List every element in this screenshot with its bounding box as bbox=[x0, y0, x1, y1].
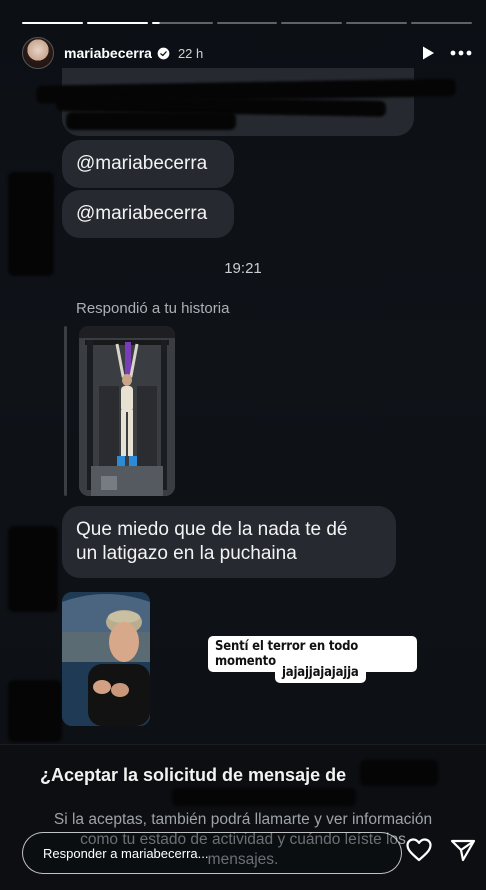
message-line: Que miedo que de la nada te dé bbox=[76, 519, 348, 540]
mention-bubble[interactable]: @mariabecerra bbox=[62, 190, 234, 238]
redaction-mark bbox=[360, 760, 438, 786]
redaction-mark bbox=[172, 788, 356, 806]
verified-badge-icon bbox=[157, 47, 170, 59]
story-viewer: mariabecerra 22 h @mariabecerra @mariabe… bbox=[0, 0, 486, 890]
gym-photo-illustration bbox=[79, 326, 175, 496]
play-icon[interactable] bbox=[420, 45, 436, 61]
message-bubble[interactable]: Que miedo que de la nada te dé un latiga… bbox=[62, 506, 396, 578]
progress-segment bbox=[411, 22, 473, 24]
mention-bubble[interactable]: @mariabecerra bbox=[62, 140, 234, 188]
replied-to-story-label: Respondió a tu historia bbox=[76, 300, 230, 317]
more-icon[interactable] bbox=[450, 50, 472, 56]
avatar[interactable] bbox=[22, 37, 54, 69]
redaction-mark bbox=[8, 680, 62, 742]
message-timestamp: 19:21 bbox=[224, 260, 262, 277]
reply-input[interactable]: Responder a mariabecerra... bbox=[22, 832, 402, 874]
accept-request-title: ¿Aceptar la solicitud de mensaje de bbox=[40, 765, 347, 785]
story-header: mariabecerra 22 h bbox=[22, 34, 472, 72]
video-caption-text: jajajjajajajja bbox=[282, 665, 359, 680]
progress-segment bbox=[151, 22, 213, 24]
video-caption: jajajjajajajja bbox=[275, 662, 366, 683]
progress-segment bbox=[216, 22, 278, 24]
username[interactable]: mariabecerra bbox=[64, 45, 152, 61]
redaction-mark bbox=[66, 112, 236, 130]
message-line: un latigazo en la puchaina bbox=[76, 543, 297, 564]
post-time: 22 h bbox=[177, 45, 204, 61]
redaction-mark bbox=[8, 526, 58, 612]
mention-text: @mariabecerra bbox=[76, 203, 208, 224]
shared-video-thumbnail[interactable] bbox=[62, 592, 150, 726]
send-icon[interactable] bbox=[450, 838, 476, 862]
progress-segment bbox=[281, 22, 343, 24]
heart-icon[interactable] bbox=[406, 838, 432, 862]
progress-segment bbox=[346, 22, 408, 24]
reply-placeholder: Responder a mariabecerra... bbox=[43, 845, 209, 861]
story-progress bbox=[22, 22, 473, 24]
progress-segment bbox=[22, 22, 83, 24]
reply-indicator-bar bbox=[64, 326, 67, 496]
description-line: Si la aceptas, también podrá llamarte y … bbox=[53, 811, 433, 828]
progress-segment bbox=[86, 22, 148, 24]
man-reaction-illustration bbox=[62, 592, 150, 726]
replied-story-thumbnail[interactable] bbox=[79, 326, 175, 496]
mention-text: @mariabecerra bbox=[76, 153, 208, 174]
